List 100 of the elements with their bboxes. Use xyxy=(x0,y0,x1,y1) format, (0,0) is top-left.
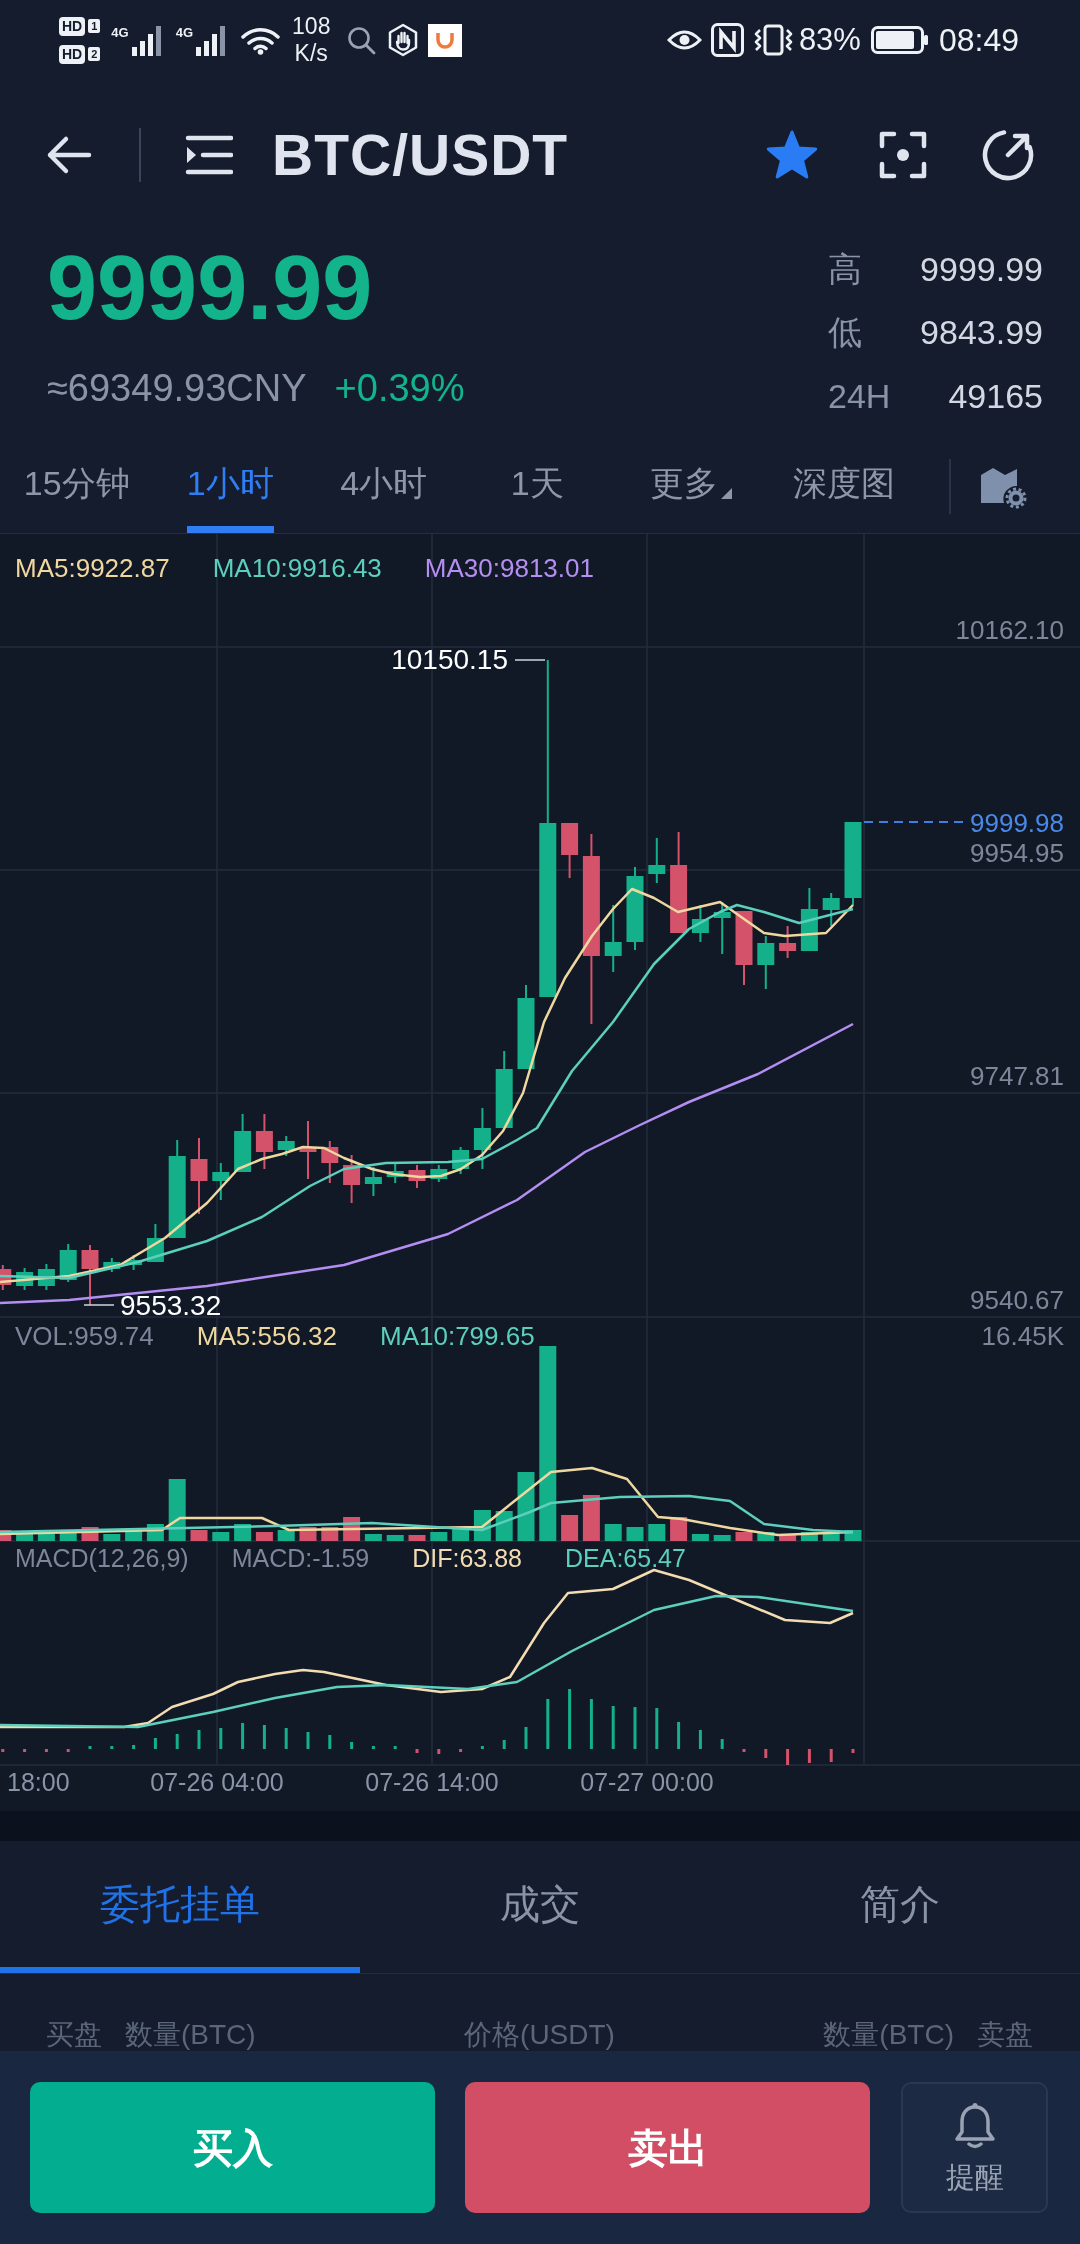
candlestick xyxy=(321,1140,339,1184)
interval-tab[interactable]: 4小时 xyxy=(340,440,428,533)
candlestick xyxy=(212,1162,230,1201)
stat-value: 49165 xyxy=(948,375,1043,416)
price-axis-label: 10162.10 xyxy=(955,615,1064,645)
speed-unit: K/s xyxy=(294,40,328,67)
stat-value: 9843.99 xyxy=(920,312,1043,353)
alert-button[interactable]: 提醒 xyxy=(901,2082,1048,2213)
macd-legend: DIF:63.88 xyxy=(412,1544,522,1572)
time-axis-label: 07-26 04:00 xyxy=(150,1768,284,1796)
volume-bar xyxy=(604,1524,622,1541)
macd-bar xyxy=(284,1728,288,1749)
sim-slot-label: 1 xyxy=(88,19,101,33)
volume-bar xyxy=(125,1530,143,1541)
network-type: 4G xyxy=(111,25,129,40)
macd-bar xyxy=(589,1699,593,1749)
macd-bar xyxy=(786,1749,790,1765)
volume-bar xyxy=(255,1532,273,1541)
macd-bar xyxy=(66,1749,70,1752)
volume-bar xyxy=(757,1532,775,1541)
macd-bar xyxy=(88,1746,92,1749)
ma-legend: MA30:9813.01 xyxy=(424,553,594,583)
interval-tab[interactable]: 深度图 xyxy=(793,440,896,533)
volume-axis-label: 16.45K xyxy=(981,1321,1064,1351)
low-price-label: 9553.32 xyxy=(120,1290,222,1321)
high-price-label: 10150.15 xyxy=(391,644,508,675)
volume-bar xyxy=(59,1530,77,1541)
app-icon xyxy=(428,23,463,57)
interval-tab[interactable]: 15分钟 xyxy=(23,440,130,533)
candlestick xyxy=(146,1223,164,1263)
section-tab[interactable]: 委托挂单 xyxy=(0,1841,360,1973)
sell-button[interactable]: 卖出 xyxy=(465,2082,870,2213)
volume-bar xyxy=(168,1479,186,1541)
candlestick xyxy=(0,1264,12,1291)
stat-label: 低 xyxy=(828,312,863,353)
macd-bar xyxy=(328,1735,332,1749)
menu-icon[interactable] xyxy=(185,135,233,175)
macd-bar xyxy=(807,1749,811,1763)
candlestick xyxy=(37,1263,55,1291)
price-axis-label: 9954.95 xyxy=(970,838,1064,868)
macd-bar xyxy=(524,1727,528,1749)
candlestick xyxy=(103,1257,121,1273)
volume-bar xyxy=(517,1472,535,1541)
candlestick xyxy=(234,1113,252,1173)
time-axis-label: 07-27 00:00 xyxy=(580,1768,714,1796)
candlestick xyxy=(648,837,666,884)
volume-bar xyxy=(386,1535,404,1541)
triangle-icon xyxy=(720,487,732,499)
back-arrow-icon[interactable] xyxy=(45,135,92,175)
buy-button[interactable]: 买入 xyxy=(30,2082,435,2213)
volume-bar xyxy=(779,1535,797,1541)
sim-slot-label: 2 xyxy=(88,47,101,61)
candlestick xyxy=(59,1243,77,1283)
price-axis-label: 9540.67 xyxy=(970,1285,1064,1315)
column-header: 价格(USDT) xyxy=(464,2020,615,2050)
candlestick xyxy=(757,935,775,990)
macd-bar xyxy=(23,1749,27,1752)
candlestick xyxy=(364,1166,382,1197)
network-type: 4G xyxy=(175,25,194,40)
interval-tab[interactable]: 更多 xyxy=(649,440,732,533)
macd-bar xyxy=(851,1749,855,1753)
nfc-icon xyxy=(710,23,744,57)
interval-tab[interactable]: 1天 xyxy=(510,440,564,533)
macd-bar xyxy=(132,1745,136,1749)
macd-bar xyxy=(546,1699,550,1749)
macd-legend: MACD(12,26,9) xyxy=(15,1544,189,1572)
volume-bar xyxy=(561,1515,579,1541)
macd-bar xyxy=(480,1746,484,1749)
leader-line xyxy=(514,659,546,661)
signal-icon xyxy=(130,24,164,56)
stat-value: 9999.99 xyxy=(920,248,1043,289)
focus-frame-icon[interactable] xyxy=(879,131,927,179)
wifi-icon xyxy=(240,25,282,55)
section-tab[interactable]: 成交 xyxy=(360,1841,720,1973)
macd-bar xyxy=(742,1749,746,1752)
candlestick xyxy=(604,904,622,973)
candlestick xyxy=(691,904,709,943)
column-header: 数量(BTC) xyxy=(125,2020,256,2050)
converted-price: ≈69349.93CNY xyxy=(47,366,307,410)
price-change: +0.39% xyxy=(334,366,465,410)
macd-bar xyxy=(175,1734,179,1749)
macd-bar xyxy=(502,1740,506,1749)
candlestick xyxy=(255,1113,273,1170)
ma-legend: MA10:9916.43 xyxy=(212,553,382,583)
macd-bar xyxy=(698,1730,702,1749)
circular-arrow-icon[interactable] xyxy=(981,128,1035,182)
volume-bar xyxy=(822,1532,840,1541)
macd-bar xyxy=(459,1749,463,1752)
column-header: 卖盘 xyxy=(977,2020,1033,2050)
battery-level: 83% xyxy=(798,22,861,58)
volume-bar xyxy=(190,1530,208,1541)
section-tab[interactable]: 简介 xyxy=(720,1841,1080,1973)
star-icon[interactable] xyxy=(766,130,818,180)
eye-icon xyxy=(666,28,702,52)
candlestick xyxy=(408,1164,426,1189)
column-header: 数量(BTC) xyxy=(823,2020,954,2050)
volume-legend: MA10:799.65 xyxy=(380,1321,535,1351)
volume-bar xyxy=(713,1535,731,1541)
volume-bar xyxy=(800,1532,818,1541)
volume-bar xyxy=(648,1524,666,1541)
